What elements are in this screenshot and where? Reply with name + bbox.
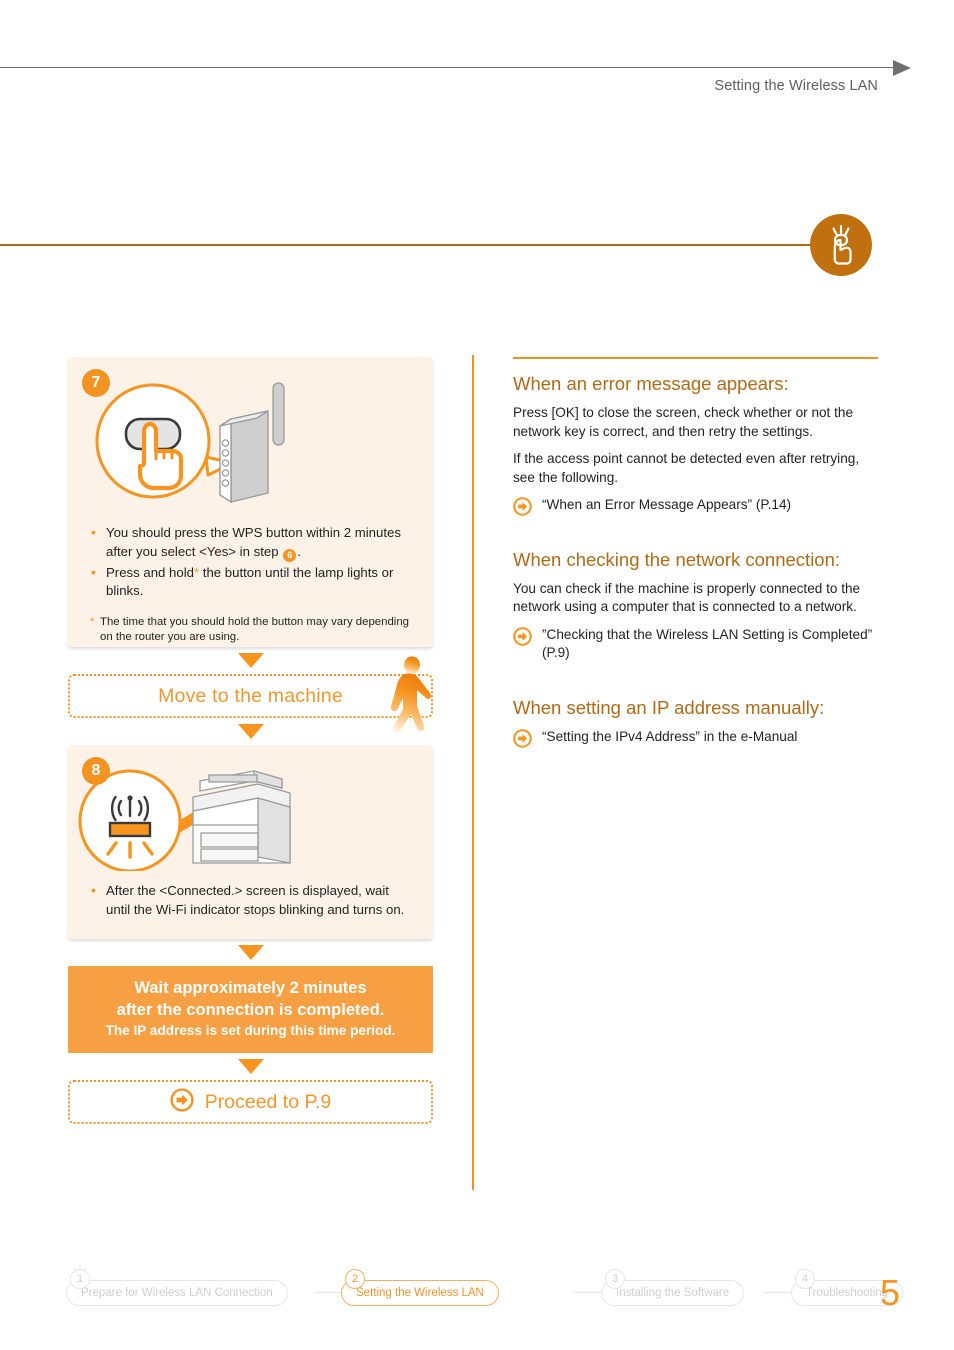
step-number-badge: 8: [82, 757, 110, 785]
nav-step-2[interactable]: 2 Setting the Wireless LAN: [341, 1269, 499, 1306]
section-paragraph: Press [OK] to close the screen, check wh…: [513, 405, 854, 439]
bullet-text-post: .: [297, 543, 301, 559]
banner-line-1: Wait approximately 2 minutes: [134, 979, 367, 997]
section-paragraph: You can check if the machine is properly…: [513, 580, 861, 615]
bullet-text: Press and hold: [106, 564, 194, 580]
step-number-badge: 7: [82, 369, 110, 397]
nav-step-label: Prepare for Wireless LAN Connection: [66, 1280, 288, 1306]
inline-step-badge: 6: [283, 548, 297, 562]
flow-arrow-down: [237, 724, 264, 739]
nav-step-number: 3: [605, 1269, 625, 1289]
bullet-item: After the <Connected.> screen is display…: [90, 881, 411, 919]
banner-line-3: The IP address is set during this time p…: [105, 1023, 396, 1038]
right-column-rule: [513, 357, 878, 359]
arrow-circle-right-icon: [513, 626, 532, 652]
manual-page: Setting the Wireless LAN 7 • You should …: [0, 0, 954, 1350]
footnote-marker: *: [90, 615, 95, 628]
nav-step-3[interactable]: 3 Installing the Software: [601, 1269, 745, 1306]
page-header-title: Setting the Wireless LAN: [714, 78, 878, 94]
arrow-circle-right-icon: [513, 728, 532, 754]
header-arrow-icon: [893, 60, 911, 76]
nav-step-1[interactable]: 1 Prepare for Wireless LAN Connection: [66, 1269, 288, 1306]
left-column: 7 • You should press the WPS button with…: [68, 357, 433, 1124]
proceed-to-page-label: Proceed to P.9: [204, 1090, 332, 1113]
step-8-bullets: After the <Connected.> screen is display…: [68, 881, 433, 919]
cross-reference-label: ”Checking that the Wireless LAN Setting …: [542, 626, 873, 661]
header-rule: [0, 67, 895, 68]
step-7-bullets: You should press the WPS button within 2…: [68, 523, 433, 646]
proceed-to-page-box[interactable]: Proceed to P.9: [68, 1080, 433, 1124]
nav-step-number: 4: [795, 1269, 815, 1289]
bullet-text: You should press the WPS button within 2…: [106, 525, 401, 559]
section-heading-network-connection: When checking the network connection:: [513, 548, 841, 570]
page-number: 5: [880, 1272, 901, 1313]
flow-arrow-down: [237, 1059, 264, 1074]
wps-button-router-illustration: [68, 357, 433, 516]
cross-reference-link[interactable]: “When an Error Message Appears” (P.14): [513, 496, 878, 516]
banner-line-2: after the connection is completed.: [116, 1001, 385, 1019]
footnote-text: The time that you should hold the button…: [100, 615, 410, 644]
nav-connector: [764, 1292, 794, 1293]
arrow-circle-right-icon: [513, 497, 532, 522]
flow-arrow-down: [237, 653, 264, 668]
section-rule: [0, 244, 812, 246]
arrow-circle-right-icon: [170, 1087, 194, 1117]
hand-press-button-icon: [810, 214, 872, 276]
nav-connector: [574, 1292, 604, 1293]
bullet-item: Press and hold* the button until the lam…: [90, 563, 411, 601]
nav-step-number: 1: [70, 1269, 90, 1289]
footer-navigation: 1 Prepare for Wireless LAN Connection 2 …: [66, 1265, 904, 1315]
step-7-footnote: * The time that you should hold the butt…: [90, 615, 411, 646]
cross-reference-link[interactable]: “Setting the IPv4 Address” in the e-Manu…: [513, 728, 878, 748]
move-to-machine-box: Move to the machine: [68, 656, 433, 734]
cross-reference-label: “Setting the IPv4 Address” in the e-Manu…: [542, 728, 798, 744]
nav-step-number: 2: [345, 1269, 365, 1289]
nav-step-label: Setting the Wireless LAN: [341, 1280, 499, 1306]
section-paragraph: If the access point cannot be detected e…: [513, 451, 860, 485]
printer-wifi-indicator-illustration: [68, 745, 433, 876]
step-8-box: 8 • After the <Connected.> screen is dis…: [68, 745, 433, 939]
section-heading-error-message: When an error message appears:: [513, 373, 789, 394]
column-divider: [472, 355, 474, 1190]
flow-arrow-down: [237, 945, 264, 960]
cross-reference-link[interactable]: ”Checking that the Wireless LAN Setting …: [513, 626, 878, 663]
bullet-item: You should press the WPS button within 2…: [90, 523, 411, 562]
step-7-box: 7 • You should press the WPS button with…: [68, 357, 433, 647]
section-heading-ip-address: When setting an IP address manually:: [513, 696, 825, 718]
walking-person-icon: [381, 656, 433, 745]
nav-connector: [314, 1292, 344, 1293]
right-column: When an error message appears: Press [OK…: [513, 357, 878, 748]
move-to-machine-label: Move to the machine: [158, 684, 343, 707]
wait-notice-banner: Wait approximately 2 minutes after the c…: [68, 966, 433, 1053]
cross-reference-label: “When an Error Message Appears” (P.14): [542, 497, 792, 512]
